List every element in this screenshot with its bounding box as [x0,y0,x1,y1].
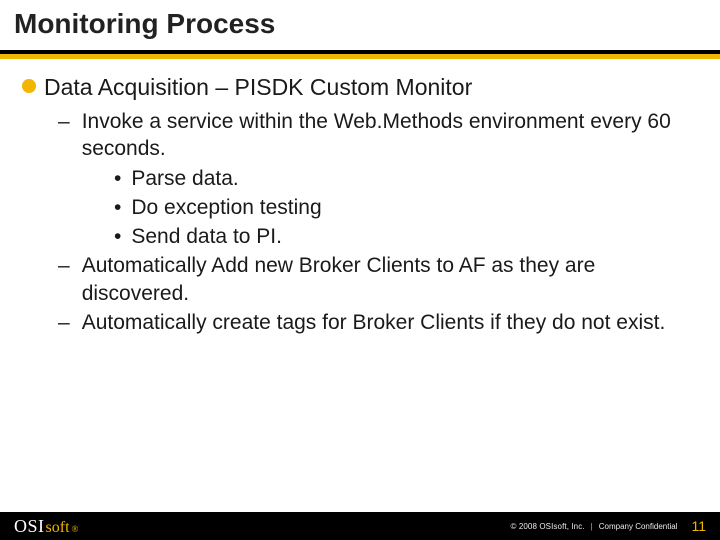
separator-pipe-icon: | [591,522,593,531]
logo-text-osi: OSI [14,516,45,537]
bullet-text: Data Acquisition – PISDK Custom Monitor [44,73,472,102]
circle-bullet-icon [22,79,36,93]
confidential-text: Company Confidential [599,522,678,531]
bullet-level1: Data Acquisition – PISDK Custom Monitor [22,73,698,102]
dash-bullet-icon: – [58,309,70,336]
dash-bullet-icon: – [58,252,70,279]
bullet-level3: • Do exception testing [114,194,698,221]
logo-registered-icon: ® [72,524,79,534]
bullet-text: Parse data. [131,165,238,192]
footer-bar: OSIsoft® © 2008 OSIsoft, Inc. | Company … [0,512,720,540]
dot-bullet-icon: • [114,223,121,250]
osisoft-logo: OSIsoft® [14,516,78,537]
bullet-level3: • Send data to PI. [114,223,698,250]
title-divider [0,50,720,59]
bullet-text: Invoke a service within the Web.Methods … [82,108,698,163]
page-number: 11 [691,518,706,534]
bullet-text: Do exception testing [131,194,321,221]
slide-title: Monitoring Process [14,8,706,40]
bullet-level2: – Automatically Add new Broker Clients t… [58,252,698,307]
bullet-level2: – Invoke a service within the Web.Method… [58,108,698,163]
bullet-level2: – Automatically create tags for Broker C… [58,309,698,336]
bullet-text: Automatically Add new Broker Clients to … [82,252,698,307]
bullet-text: Automatically create tags for Broker Cli… [82,309,666,336]
bullet-text: Send data to PI. [131,223,282,250]
slide: Monitoring Process Data Acquisition – PI… [0,0,720,540]
dot-bullet-icon: • [114,165,121,192]
dash-bullet-icon: – [58,108,70,135]
content-area: Data Acquisition – PISDK Custom Monitor … [0,59,720,540]
title-area: Monitoring Process [0,0,720,44]
logo-text-soft: soft [46,519,70,537]
copyright-text: © 2008 OSIsoft, Inc. [511,522,585,531]
bullet-level3: • Parse data. [114,165,698,192]
dot-bullet-icon: • [114,194,121,221]
